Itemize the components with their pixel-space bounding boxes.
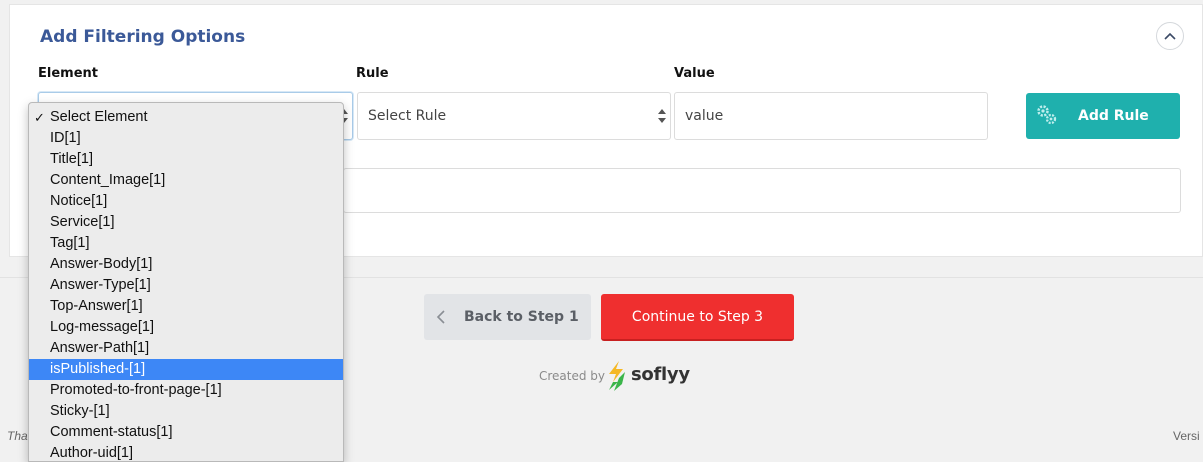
dropdown-option[interactable]: Author-uid[1] [29, 443, 343, 461]
dropdown-option-label: Top-Answer[1] [50, 298, 143, 314]
add-rule-label: Add Rule [1078, 108, 1149, 124]
rule-label: Rule [356, 66, 389, 81]
dropdown-option-label: Answer-Type[1] [50, 277, 151, 293]
dropdown-option[interactable]: isPublished-[1] [29, 359, 343, 380]
value-input-placeholder: value [685, 108, 724, 124]
dropdown-option-label: Content_Image[1] [50, 172, 166, 188]
dropdown-option[interactable]: Top-Answer[1] [29, 296, 343, 317]
rule-select[interactable]: Select Rule [357, 92, 671, 140]
dropdown-option-label: Sticky-[1] [50, 403, 110, 419]
dropdown-option[interactable]: Service[1] [29, 212, 343, 233]
collapse-button[interactable] [1156, 22, 1184, 50]
chevron-up-icon [1164, 32, 1176, 40]
select-arrows-icon [658, 109, 666, 123]
checkmark-icon: ✓ [34, 110, 45, 125]
dropdown-option-label: Notice[1] [50, 193, 108, 209]
dropdown-option-label: Answer-Path[1] [50, 340, 150, 356]
back-label: Back to Step 1 [464, 309, 579, 325]
dropdown-option-label: ID[1] [50, 130, 81, 146]
dropdown-option[interactable]: Answer-Type[1] [29, 275, 343, 296]
dropdown-option[interactable]: Promoted-to-front-page-[1] [29, 380, 343, 401]
value-input[interactable]: value [674, 92, 988, 140]
add-rule-button[interactable]: Add Rule [1026, 93, 1180, 139]
continue-label: Continue to Step 3 [631, 308, 764, 325]
soflyy-logo-icon[interactable] [606, 360, 628, 392]
footer-thanks-text: Tha [7, 429, 28, 443]
dropdown-option[interactable]: Notice[1] [29, 191, 343, 212]
dropdown-option[interactable]: ✓ Select Element [29, 107, 343, 128]
element-label: Element [38, 66, 98, 81]
dropdown-option-label: Tag[1] [50, 235, 90, 251]
dropdown-option-label: Author-uid[1] [50, 445, 134, 461]
chevron-left-icon [436, 310, 445, 324]
dropdown-option-label: Answer-Body[1] [50, 256, 153, 272]
dropdown-option-label: isPublished-[1] [50, 361, 146, 377]
dropdown-option[interactable]: Answer-Path[1] [29, 338, 343, 359]
value-label: Value [674, 66, 715, 81]
dropdown-option-label: Title[1] [50, 151, 93, 167]
dropdown-option[interactable]: Answer-Body[1] [29, 254, 343, 275]
dropdown-option[interactable]: Comment-status[1] [29, 422, 343, 443]
continue-to-step-3-button[interactable]: Continue to Step 3 [601, 294, 794, 341]
gears-icon [1037, 105, 1057, 125]
rule-select-value: Select Rule [368, 108, 447, 124]
panel-title: Add Filtering Options [40, 27, 246, 47]
soflyy-logo-text[interactable]: soflyy [631, 364, 690, 385]
dropdown-option-label: Comment-status[1] [50, 424, 173, 440]
dropdown-option-label: Log-message[1] [50, 319, 154, 335]
element-dropdown-list[interactable]: ✓ Select Element ID[1] Title[1] Content_Imag… [28, 102, 344, 462]
dropdown-option-label: Service[1] [50, 214, 115, 230]
dropdown-option[interactable]: Content_Image[1] [29, 170, 343, 191]
dropdown-option[interactable]: Tag[1] [29, 233, 343, 254]
back-to-step-1-button[interactable]: Back to Step 1 [424, 294, 591, 340]
dropdown-option[interactable]: Title[1] [29, 149, 343, 170]
dropdown-option[interactable]: ID[1] [29, 128, 343, 149]
dropdown-option-label: Select Element [50, 109, 148, 125]
footer-version-text: Versi [1173, 429, 1200, 443]
dropdown-option[interactable]: Sticky-[1] [29, 401, 343, 422]
rules-list-area [343, 168, 1181, 213]
dropdown-option[interactable]: Log-message[1] [29, 317, 343, 338]
dropdown-option-label: Promoted-to-front-page-[1] [50, 382, 222, 398]
created-by-text: Created by [539, 369, 606, 383]
